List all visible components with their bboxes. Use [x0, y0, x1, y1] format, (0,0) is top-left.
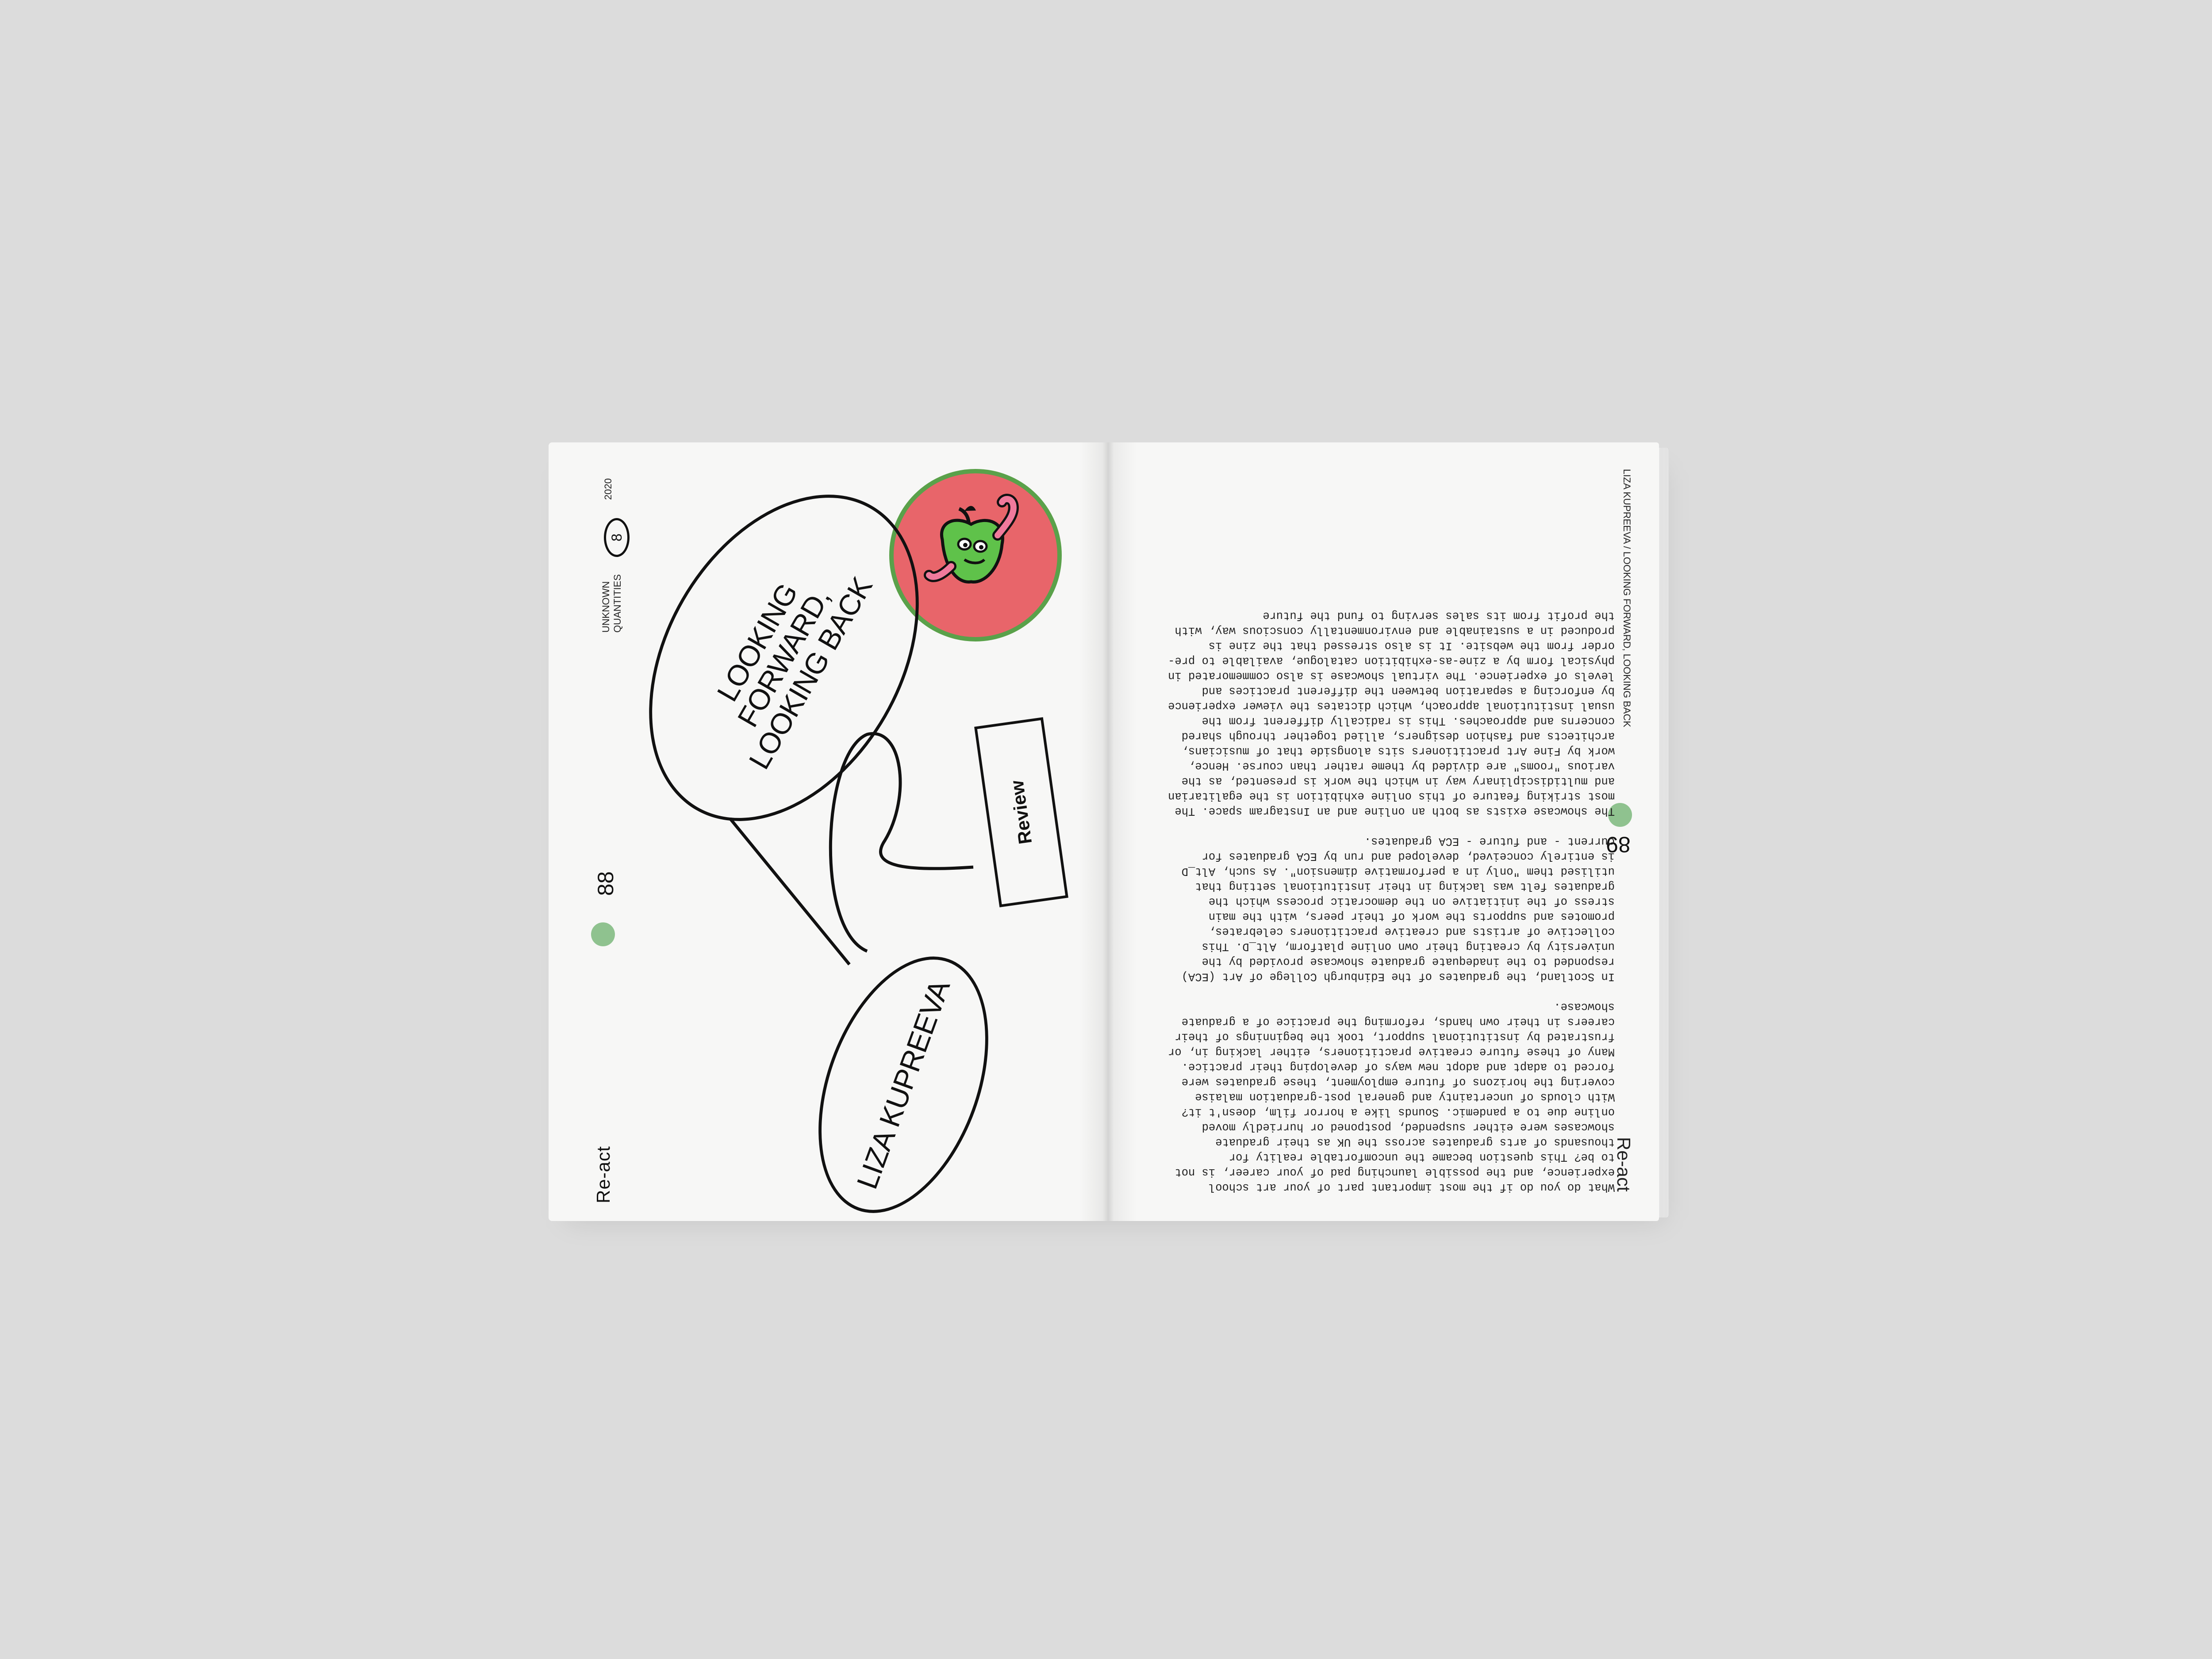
article-title: LOOKING FORWARD, LOOKING BACK: [687, 535, 881, 780]
running-head: LIZA KUPREEVA / LOOKING FORWARD, LOOKING…: [1621, 469, 1632, 727]
scene-background: Re-act 88 UNKNOWN QUANTITIES 8 2020 LOOK…: [0, 0, 2212, 1659]
paragraph: In Scotland, the graduates of the Edinbu…: [1175, 835, 1615, 983]
paragraph: What do you do if the most important par…: [1161, 1000, 1615, 1194]
page-edges: [1659, 448, 1669, 1217]
right-page: LIZA KUPREEVA / LOOKING FORWARD, LOOKING…: [1106, 442, 1659, 1221]
article-body: What do you do if the most important par…: [1164, 469, 1615, 1194]
paragraph: The showcase exists as both an online an…: [1161, 609, 1615, 818]
brand-mark: Re-act: [1613, 1137, 1634, 1192]
author-name: LIZA KUPREEVA: [850, 976, 956, 1194]
magazine-spread: Re-act 88 UNKNOWN QUANTITIES 8 2020 LOOK…: [549, 442, 1681, 1230]
section-label: Review: [1006, 779, 1036, 846]
left-page: Re-act 88 UNKNOWN QUANTITIES 8 2020 LOOK…: [549, 442, 1106, 1221]
